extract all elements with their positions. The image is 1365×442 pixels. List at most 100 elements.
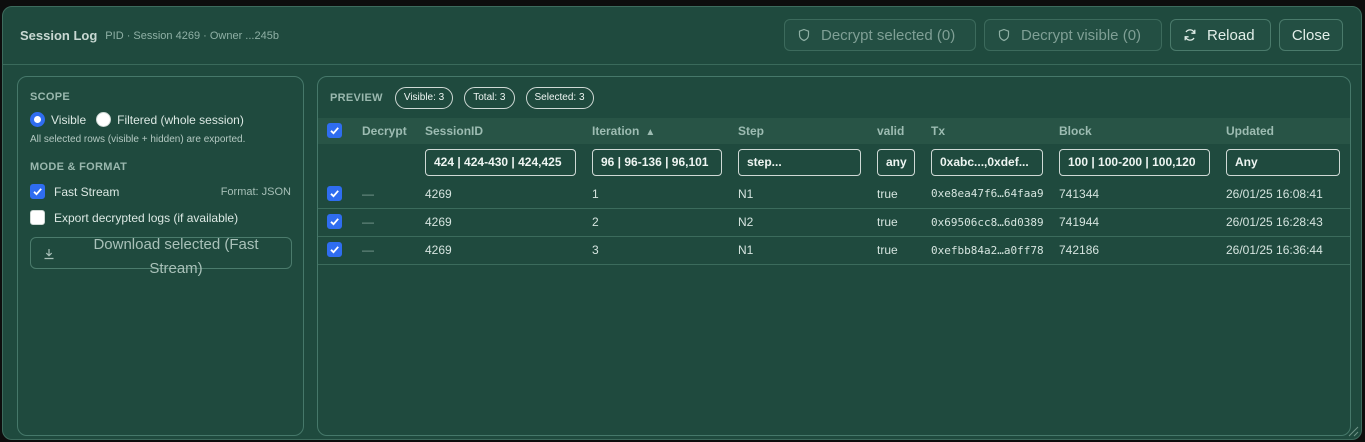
decrypt-visible-button[interactable]: Decrypt visible (0)	[984, 19, 1162, 51]
row-valid-cell: true	[877, 243, 898, 257]
scope-visible-label[interactable]: Visible	[51, 113, 86, 127]
total-count-badge: Total: 3	[464, 86, 515, 109]
format-label: Format: JSON	[220, 185, 291, 198]
refresh-icon	[1183, 28, 1197, 42]
session-filter-input[interactable]: 424 | 424-430 | 424,425	[425, 148, 576, 176]
column-header-step[interactable]: Step	[738, 118, 877, 144]
row-select-cell	[318, 208, 362, 236]
row-step-cell: N2	[738, 215, 754, 229]
filter-cell-empty	[362, 144, 425, 180]
row-iteration-cell: 3	[592, 243, 599, 257]
decrypt-visible-label: Decrypt visible (0)	[1021, 26, 1142, 44]
filter-cell-session: 424 | 424-430 | 424,425	[425, 144, 592, 180]
scope-note: All selected rows (visible + hidden) are…	[30, 134, 246, 145]
preview-table: Decrypt SessionID Iteration ▲ Step valid …	[318, 118, 1350, 265]
export-decrypted-option[interactable]: Export decrypted logs (if available)	[30, 210, 291, 225]
filter-cell-valid: any	[877, 144, 931, 180]
modal-header: Session Log PID · Session 4269 · Owner .…	[3, 7, 1361, 65]
row-updated-cell: 26/01/25 16:36:44	[1226, 243, 1323, 257]
fast-stream-checkbox[interactable]	[30, 184, 45, 199]
export-decrypted-label: Export decrypted logs (if available)	[54, 210, 239, 225]
column-header-block[interactable]: Block	[1059, 118, 1226, 144]
filter-cell-updated: Any	[1226, 144, 1350, 180]
decrypt-selected-button[interactable]: Decrypt selected (0)	[784, 19, 976, 51]
row-step-cell: N1	[738, 186, 754, 201]
step-filter-input[interactable]: step...	[738, 148, 861, 176]
row-block-cell: 742186	[1059, 243, 1100, 257]
filter-cell-step: step...	[738, 144, 877, 180]
resize-handle-icon[interactable]	[1345, 423, 1359, 437]
scope-filtered-label[interactable]: Filtered (whole session)	[117, 113, 244, 127]
row-updated-cell: 26/01/25 16:08:41	[1226, 186, 1323, 201]
row-tx-cell: 0xe8ea47f6…64faa9	[931, 187, 1044, 201]
mode-format-title: MODE & FORMAT	[30, 161, 128, 173]
reload-button[interactable]: Reload	[1170, 19, 1271, 51]
column-header-iteration[interactable]: Iteration ▲	[592, 118, 738, 144]
row-tx-cell: 0x69506cc8…6d0389	[931, 215, 1044, 229]
valid-filter-input[interactable]: any	[877, 148, 915, 176]
row-checkbox[interactable]	[327, 242, 342, 257]
download-selected-button[interactable]: Download selected (Fast Stream)	[30, 236, 292, 277]
shield-icon	[997, 28, 1011, 42]
row-decrypt-cell: —	[362, 215, 374, 229]
table-row[interactable]: — 4269 1 N1 true 0xe8ea47f6…64faa9 74134…	[318, 180, 1350, 208]
row-step-cell: N1	[738, 243, 754, 257]
table-row[interactable]: — 4269 3 N1 true 0xefbb84a2…a0ff78 74218…	[318, 236, 1350, 264]
session-log-modal: Session Log PID · Session 4269 · Owner .…	[2, 6, 1362, 440]
table-header-row: Decrypt SessionID Iteration ▲ Step valid …	[318, 118, 1350, 144]
row-session-cell: 4269	[425, 243, 452, 257]
visible-count-badge: Visible: 3	[394, 86, 454, 109]
fast-stream-option[interactable]: Fast Stream Format: JSON	[30, 184, 291, 199]
column-header-valid[interactable]: valid	[877, 118, 931, 144]
close-button[interactable]: Close	[1279, 19, 1343, 51]
header-actions: Decrypt selected (0) Decrypt visible (0)…	[784, 19, 1343, 51]
row-decrypt-cell: —	[362, 243, 374, 257]
row-updated-cell: 26/01/25 16:28:43	[1226, 215, 1323, 229]
column-header-iteration-label: Iteration	[592, 124, 640, 138]
updated-filter-input[interactable]: Any	[1226, 148, 1340, 176]
modal-subtitle: PID · Session 4269 · Owner ...245b	[105, 29, 279, 42]
download-icon	[43, 247, 55, 264]
filter-row: 424 | 424-430 | 424,425 96 | 96-136 | 96…	[318, 144, 1350, 180]
scope-visible-radio[interactable]	[30, 112, 45, 127]
filter-cell-iteration: 96 | 96-136 | 96,101	[592, 144, 738, 180]
column-header-sessionid[interactable]: SessionID	[425, 118, 592, 144]
row-decrypt-cell: —	[362, 186, 374, 201]
row-checkbox[interactable]	[327, 185, 342, 201]
select-all-cell	[318, 118, 362, 144]
column-header-tx[interactable]: Tx	[931, 118, 1059, 144]
block-filter-input[interactable]: 100 | 100-200 | 100,120	[1059, 148, 1210, 176]
scope-radio-group: Visible Filtered (whole session)	[30, 112, 291, 127]
filter-cell-tx: 0xabc...,0xdef...	[931, 144, 1059, 180]
export-decrypted-checkbox[interactable]	[30, 210, 45, 225]
preview-panel: PREVIEW Visible: 3 Total: 3 Selected: 3 …	[317, 76, 1351, 436]
decrypt-selected-label: Decrypt selected (0)	[821, 26, 956, 44]
row-checkbox[interactable]	[327, 214, 342, 229]
select-all-checkbox[interactable]	[327, 123, 342, 138]
reload-label: Reload	[1207, 26, 1255, 44]
selected-count-badge: Selected: 3	[525, 86, 594, 109]
row-valid-cell: true	[877, 215, 898, 229]
row-tx-cell: 0xefbb84a2…a0ff78	[931, 243, 1044, 257]
table-row[interactable]: — 4269 2 N2 true 0x69506cc8…6d0389 74194…	[318, 208, 1350, 236]
row-select-cell	[318, 236, 362, 264]
shield-icon	[797, 28, 811, 42]
row-iteration-cell: 1	[592, 186, 599, 201]
scope-title: SCOPE	[30, 91, 71, 103]
iteration-filter-input[interactable]: 96 | 96-136 | 96,101	[592, 148, 722, 176]
close-label: Close	[1291, 26, 1331, 44]
modal-title: Session Log	[20, 28, 98, 43]
row-session-cell: 4269	[425, 215, 452, 229]
row-session-cell: 4269	[425, 186, 452, 201]
tx-filter-input[interactable]: 0xabc...,0xdef...	[931, 148, 1043, 176]
preview-title: PREVIEW	[330, 91, 383, 104]
row-valid-cell: true	[877, 186, 898, 201]
row-block-cell: 741944	[1059, 215, 1100, 229]
column-header-decrypt: Decrypt	[362, 124, 407, 138]
preview-bar: PREVIEW Visible: 3 Total: 3 Selected: 3	[318, 77, 1350, 118]
filter-cell-block: 100 | 100-200 | 100,120	[1059, 144, 1226, 180]
scope-filtered-radio[interactable]	[96, 112, 112, 127]
column-header-updated[interactable]: Updated	[1226, 118, 1350, 144]
row-block-cell: 741344	[1059, 186, 1100, 201]
download-selected-label: Download selected (Fast Stream)	[93, 236, 259, 277]
